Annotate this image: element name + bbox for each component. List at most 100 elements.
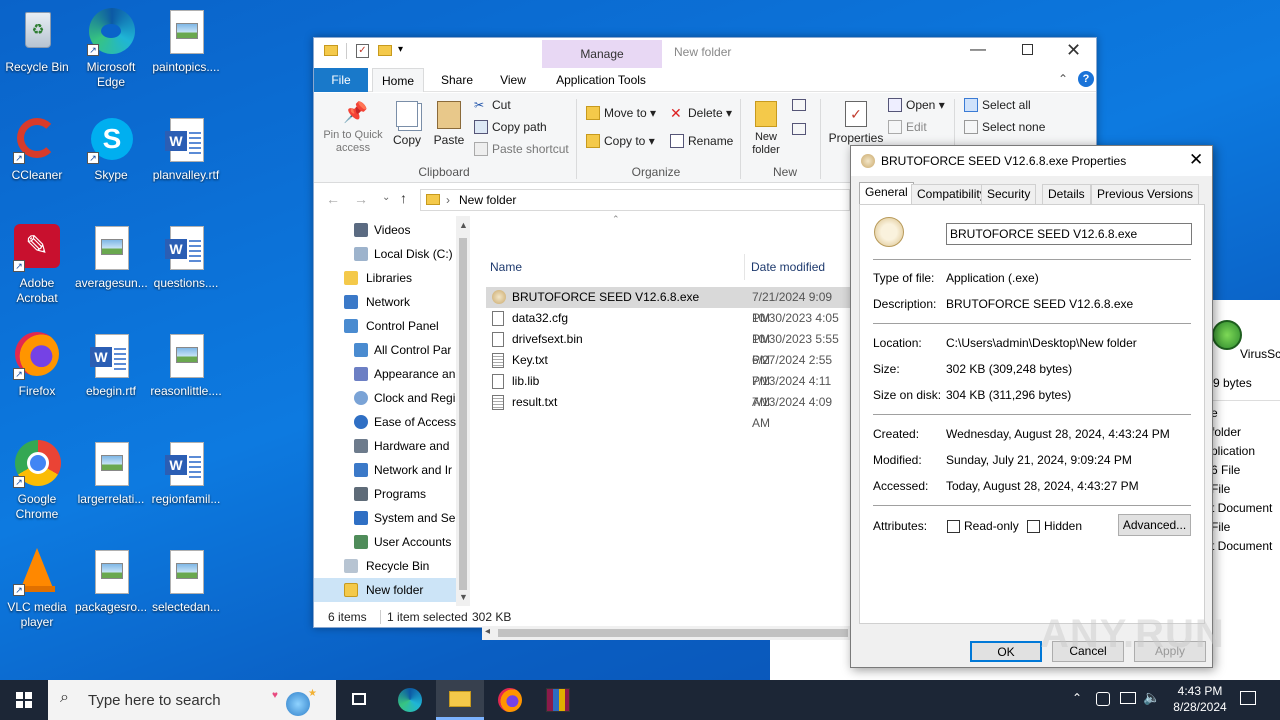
nav-item-libraries[interactable]: Libraries [344,266,412,290]
hidden-checkbox[interactable] [1027,520,1040,533]
desktop-icon-selectedan[interactable]: selectedan... [150,548,222,615]
filename-input[interactable]: BRUTOFORCE SEED V12.6.8.exe [946,223,1192,245]
nav-item-user-accounts[interactable]: User Accounts [354,530,451,554]
collapse-ribbon-icon[interactable]: ⌃ [1058,72,1068,86]
tab-security[interactable]: Security [981,184,1037,205]
desktop-icon-edge[interactable]: ↗ Microsoft Edge [75,8,147,90]
copy-button[interactable]: Copy [390,101,424,147]
easy-access-icon[interactable] [792,123,806,135]
nav-item-ease-of-access[interactable]: Ease of Access [354,410,456,434]
scroll-thumb[interactable] [459,238,467,590]
properties-ribbon-button[interactable]: ✓ Properties [826,101,886,145]
copy-to-button[interactable]: Copy to ▾ [586,131,655,151]
tab-previous-versions[interactable]: Previous Versions [1091,184,1200,205]
clock[interactable]: 4:43 PM 8/28/2024 [1162,683,1238,715]
notifications-icon[interactable] [1240,691,1256,705]
edit-button[interactable]: Edit [888,117,927,137]
copy-path-button[interactable]: Copy path [474,117,547,137]
tab-application-tools[interactable]: Application Tools [544,68,658,92]
pin-quick-access-button[interactable]: 📌 Pin to Quick access [320,101,386,155]
desktop-icon-vlc[interactable]: ↗ VLC media player [1,548,73,630]
taskbar-file-explorer[interactable] [436,680,484,720]
desktop-icon-firefox[interactable]: ↗ Firefox [1,332,73,399]
nav-item-system-security[interactable]: System and Se [354,506,455,530]
tab-general[interactable]: General [859,182,914,205]
nav-scrollbar[interactable]: ▲ ▼ [456,216,470,606]
help-icon[interactable]: ? [1078,71,1094,87]
forward-arrow-icon[interactable]: → [354,191,368,207]
nav-item-clock-region[interactable]: Clock and Regi [354,386,455,410]
desktop-icon-paintopics[interactable]: paintopics.... [150,8,222,75]
tab-home[interactable]: Home [372,68,424,92]
delete-button[interactable]: ✕ Delete ▾ [670,103,732,123]
desktop-icon-packagesro[interactable]: packagesro... [75,548,147,615]
tab-file[interactable]: File [314,68,368,92]
scroll-down-icon[interactable]: ▼ [459,592,468,602]
desktop-icon-recycle-bin[interactable]: ♻ Recycle Bin [1,8,73,75]
desktop-icon-skype[interactable]: S ↗ Skype [75,116,147,183]
desktop-icon-planvalley[interactable]: W planvalley.rtf [150,116,222,183]
nav-item-local-disk[interactable]: Local Disk (C:) [354,242,453,266]
column-header-name[interactable]: Name [490,260,522,274]
address-bar[interactable]: › New folder [420,189,850,211]
select-none-button[interactable]: Select none [964,117,1045,137]
tab-share[interactable]: Share [432,68,482,92]
volume-icon[interactable]: 🔈 [1143,689,1160,706]
up-arrow-icon[interactable]: ↑ [400,190,407,206]
open-button[interactable]: Open ▾ [888,95,945,115]
file-row[interactable]: result.txt 7/13/2024 4:09 AM [486,392,846,430]
nav-item-new-folder[interactable]: New folder [314,578,456,602]
taskbar-firefox[interactable] [486,680,534,720]
manage-context-tab[interactable]: Manage [542,40,662,68]
ok-button[interactable]: OK [970,641,1042,662]
desktop-icon-largerrelati[interactable]: largerrelati... [75,440,147,507]
new-folder-button[interactable]: New folder [746,101,786,157]
desktop-icon-questions[interactable]: W questions.... [150,224,222,291]
select-all-button[interactable]: Select all [964,95,1031,115]
taskbar-winrar[interactable] [534,680,582,720]
back-arrow-icon[interactable]: ← [326,191,340,207]
file-row[interactable]: drivefsext.bin 10/30/2023 5:55 PM [486,329,846,367]
new-item-icon[interactable] [792,99,806,111]
properties-quick-icon[interactable]: ✓ [356,44,369,58]
rename-button[interactable]: Rename [670,131,733,151]
recent-dropdown-icon[interactable]: ⌄ [382,192,390,203]
scroll-up-icon[interactable]: ▲ [459,220,468,230]
minimize-button[interactable]: — [970,41,986,59]
tab-details[interactable]: Details [1042,184,1091,205]
nav-item-control-panel[interactable]: Control Panel [344,314,439,338]
file-row[interactable]: data32.cfg 10/30/2023 4:05 PM [486,308,846,346]
desktop-icon-adobe-acrobat[interactable]: ✎ ↗ Adobe Acrobat [1,224,73,306]
paste-shortcut-button[interactable]: Paste shortcut [474,139,569,159]
nav-item-hardware[interactable]: Hardware and [354,434,449,458]
maximize-button[interactable] [1022,44,1033,55]
nav-item-programs[interactable]: Programs [354,482,426,506]
file-row-selected[interactable]: BRUTOFORCE SEED V12.6.8.exe 7/21/2024 9:… [486,287,852,325]
taskbar-edge[interactable] [386,680,434,720]
move-to-button[interactable]: Move to ▾ [586,103,656,123]
nav-item-network[interactable]: Network [344,290,410,314]
readonly-checkbox[interactable] [947,520,960,533]
advanced-button[interactable]: Advanced... [1118,514,1191,536]
nav-item-network-internet[interactable]: Network and Ir [354,458,452,482]
nav-item-recycle-bin[interactable]: Recycle Bin [344,554,429,578]
horizontal-scrollbar[interactable]: ◂ [482,626,852,640]
tab-compatibility[interactable]: Compatibility [911,184,992,205]
quick-access-dropdown-icon[interactable]: ▾ [398,44,403,55]
nav-item-all-control-panel[interactable]: All Control Par [354,338,451,362]
h-scroll-thumb[interactable] [498,629,848,637]
desktop-icon-ccleaner[interactable]: ↗ CCleaner [1,116,73,183]
file-row[interactable]: Key.txt 6/27/2024 2:55 PM [486,350,846,388]
close-button[interactable]: ✕ [1066,40,1081,61]
breadcrumb[interactable]: New folder [459,193,516,207]
nav-item-appearance[interactable]: Appearance an [354,362,455,386]
file-row[interactable]: lib.lib 7/13/2024 4:11 AM [486,371,846,409]
dialog-close-button[interactable]: ✕ [1189,150,1203,170]
meet-now-icon[interactable] [1096,692,1110,706]
cut-button[interactable]: ✂ Cut [474,95,511,115]
nav-item-videos[interactable]: Videos [354,218,410,242]
desktop-icon-regionfamil[interactable]: W regionfamil... [150,440,222,507]
show-hidden-icons[interactable]: ⌃ [1072,691,1082,705]
column-header-date[interactable]: Date modified [751,260,825,274]
desktop-icon-google-chrome[interactable]: ↗ Google Chrome [1,440,73,522]
